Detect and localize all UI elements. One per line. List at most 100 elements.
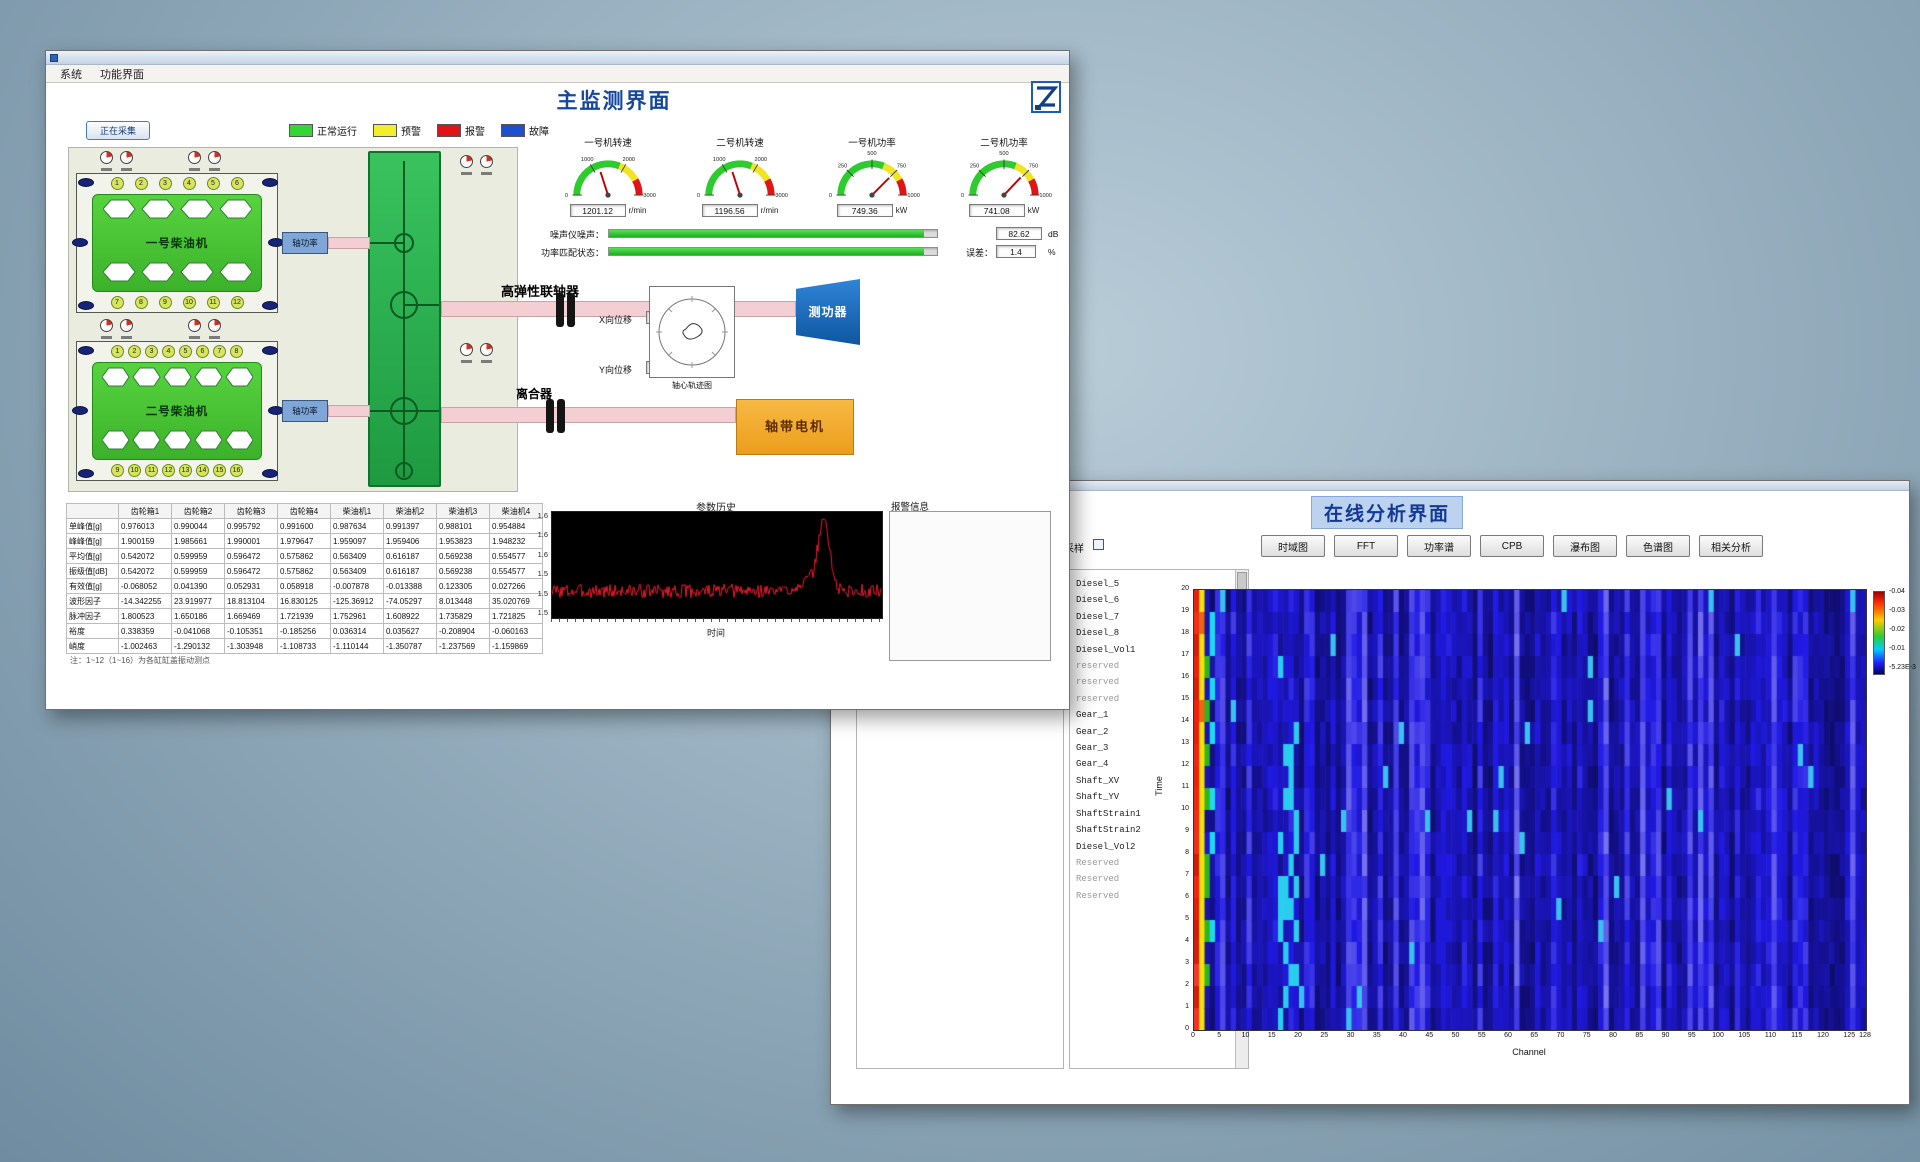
status-legend: 正常运行预警报警故障 bbox=[289, 123, 549, 138]
table-cell: 0.123305 bbox=[437, 579, 490, 594]
table-cell: 18.813104 bbox=[225, 594, 278, 609]
table-row: 峭度-1.002463-1.290132-1.303948-1.108733-1… bbox=[67, 639, 543, 654]
table-cell: 0.990044 bbox=[172, 519, 225, 534]
table-cell: -0.208904 bbox=[437, 624, 490, 639]
table-row: 波形因子-14.34225523.91997718.81310416.83012… bbox=[67, 594, 543, 609]
cylinder-number: 12 bbox=[231, 296, 244, 309]
svg-text:1000: 1000 bbox=[907, 193, 920, 199]
cylinder-numbers-top: 123456 bbox=[77, 177, 277, 190]
history-y-tick: 1.6 bbox=[538, 511, 548, 520]
heatmap-y-tick: 6 bbox=[1165, 893, 1189, 900]
analysis-button-4[interactable]: 瀑布图 bbox=[1553, 535, 1617, 557]
svg-text:750: 750 bbox=[897, 163, 906, 169]
analysis-button-2[interactable]: 功率谱 bbox=[1407, 535, 1471, 557]
column-header: 齿轮箱1 bbox=[119, 504, 172, 519]
column-header: 齿轮箱3 bbox=[225, 504, 278, 519]
heatmap-y-tick: 1 bbox=[1165, 1003, 1189, 1010]
engine-body: 二号柴油机 bbox=[92, 362, 262, 460]
analysis-button-0[interactable]: 时域图 bbox=[1261, 535, 1325, 557]
mini-dial bbox=[480, 155, 493, 168]
sample-checkbox[interactable] bbox=[1093, 539, 1104, 550]
sensor-dial-cluster bbox=[186, 151, 230, 177]
heatmap-x-tick: 25 bbox=[1315, 1032, 1333, 1039]
shaft-power-box-2: 轴功率 bbox=[282, 400, 328, 422]
noise-progressbar bbox=[608, 229, 938, 238]
sensor-dial-cluster bbox=[98, 151, 142, 177]
table-cell: 0.563409 bbox=[331, 564, 384, 579]
analysis-button-6[interactable]: 相关分析 bbox=[1699, 535, 1763, 557]
coupling-bar-1 bbox=[556, 293, 564, 327]
engine-hexes-bottom bbox=[103, 262, 252, 287]
table-cell: -125.36912 bbox=[331, 594, 384, 609]
heatmap-y-tick: 8 bbox=[1165, 849, 1189, 856]
menu-item-0[interactable]: 系统 bbox=[52, 65, 90, 83]
corner-cell bbox=[67, 504, 119, 519]
app-logo bbox=[1031, 81, 1061, 113]
table-cell: 1.721939 bbox=[278, 609, 331, 624]
table-cell: -0.060163 bbox=[490, 624, 543, 639]
heatmap-y-tick: 10 bbox=[1165, 805, 1189, 812]
heatmap-x-tick: 10 bbox=[1237, 1032, 1255, 1039]
table-cell: 1.735829 bbox=[437, 609, 490, 624]
cylinder-numbers-bottom: 789101112 bbox=[77, 296, 277, 309]
colorbar-label: -0.02 bbox=[1889, 626, 1920, 633]
heatmap-y-tick: 0 bbox=[1165, 1025, 1189, 1032]
analysis-button-3[interactable]: CPB bbox=[1480, 535, 1544, 557]
cylinder-number: 8 bbox=[230, 345, 243, 358]
cylinder-number: 10 bbox=[128, 464, 141, 477]
heatmap-y-axis-label: Time bbox=[1154, 776, 1164, 796]
row-label: 脉冲因子 bbox=[67, 609, 119, 624]
table-cell: 1.953823 bbox=[437, 534, 490, 549]
heatmap-x-tick: 120 bbox=[1814, 1032, 1832, 1039]
table-row: 峰峰值[g]1.9001591.9856611.9900011.9796471.… bbox=[67, 534, 543, 549]
heatmap-y-tick: 14 bbox=[1165, 717, 1189, 724]
heatmap-y-tick: 11 bbox=[1165, 783, 1189, 790]
table-cell: 0.596472 bbox=[225, 549, 278, 564]
gauge-1: 二号机转速01000200030001196.56r/min bbox=[678, 135, 802, 217]
cylinder-number: 3 bbox=[159, 177, 172, 190]
menu-item-1[interactable]: 功能界面 bbox=[92, 65, 152, 83]
cylinder-number: 4 bbox=[183, 177, 196, 190]
main-monitor-window: 系统功能界面 主监测界面 正在采集 正常运行预警报警故障 一号机转速010002… bbox=[45, 50, 1070, 710]
cylinder-number: 5 bbox=[207, 177, 220, 190]
cylinder-number: 4 bbox=[162, 345, 175, 358]
gauge-value-row: 1196.56r/min bbox=[702, 204, 779, 217]
gauge-label: 二号机功率 bbox=[980, 135, 1028, 149]
gauge-value-row: 1201.12r/min bbox=[570, 204, 647, 217]
main-titlebar[interactable] bbox=[46, 51, 1069, 65]
bearing bbox=[262, 178, 278, 187]
table-cell: 0.575862 bbox=[278, 564, 331, 579]
svg-text:3000: 3000 bbox=[643, 193, 656, 199]
analysis-toolbar: 时域图 FFT 功率谱 CPB 瀑布图色谱图相关分析 bbox=[1261, 535, 1763, 557]
legend-label: 报警 bbox=[465, 123, 485, 138]
heatmap-x-tick: 85 bbox=[1630, 1032, 1648, 1039]
analysis-button-1[interactable]: FFT bbox=[1334, 535, 1398, 557]
table-cell: -0.041068 bbox=[172, 624, 225, 639]
table-cell: 0.058918 bbox=[278, 579, 331, 594]
engine-hexes-top bbox=[102, 367, 253, 392]
legend-swatch bbox=[501, 124, 525, 137]
cylinder-number: 13 bbox=[179, 464, 192, 477]
svg-text:500: 500 bbox=[999, 151, 1008, 157]
acquire-button[interactable]: 正在采集 bbox=[86, 121, 150, 140]
engine-hexes-top bbox=[103, 199, 252, 224]
cylinder-number: 2 bbox=[128, 345, 141, 358]
table-cell: 1.990001 bbox=[225, 534, 278, 549]
table-cell: 0.991600 bbox=[278, 519, 331, 534]
cylinder-number: 6 bbox=[196, 345, 209, 358]
shaft-orbit-plot bbox=[649, 286, 735, 378]
heatmap-x-tick: 80 bbox=[1604, 1032, 1622, 1039]
heatmap-x-tick: 40 bbox=[1394, 1032, 1412, 1039]
table-cell: -1.290132 bbox=[172, 639, 225, 654]
row-label: 有效值[g] bbox=[67, 579, 119, 594]
table-cell: -1.350787 bbox=[384, 639, 437, 654]
lower-output-shaft bbox=[441, 407, 736, 423]
analysis-button-5[interactable]: 色谱图 bbox=[1626, 535, 1690, 557]
table-cell: 0.542072 bbox=[119, 549, 172, 564]
table-row: 单峰值[g]0.9760130.9900440.9957920.9916000.… bbox=[67, 519, 543, 534]
table-cell: 0.616187 bbox=[384, 549, 437, 564]
error-unit: % bbox=[1048, 247, 1056, 257]
cylinder-number: 5 bbox=[179, 345, 192, 358]
gauge-value: 749.36 bbox=[837, 204, 893, 217]
engine-2-label: 二号柴油机 bbox=[146, 403, 209, 419]
